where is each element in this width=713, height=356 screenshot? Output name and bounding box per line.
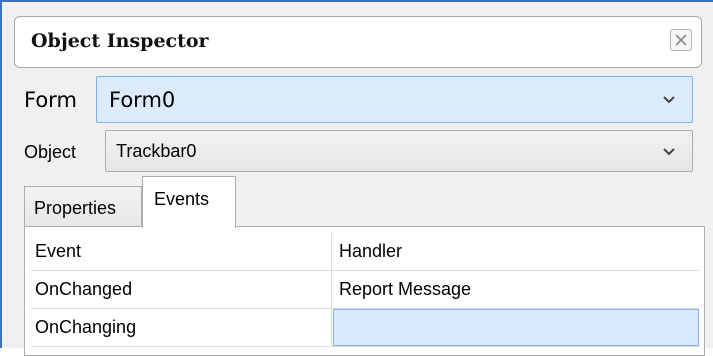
column-header-event: Event: [31, 233, 332, 270]
tab-properties[interactable]: Properties: [24, 186, 142, 226]
events-grid: Event Handler OnChanged Report Message O…: [31, 233, 699, 347]
tab-label: Properties: [34, 198, 117, 218]
event-handler-cell[interactable]: Report Message: [333, 271, 699, 308]
close-button[interactable]: [670, 29, 692, 51]
form-dropdown-value: Form0: [109, 88, 176, 112]
chevron-down-icon: [663, 148, 675, 156]
object-dropdown[interactable]: Trackbar0: [105, 130, 693, 172]
form-label: Form: [24, 88, 77, 112]
window-title: Object Inspector: [31, 30, 209, 52]
table-row[interactable]: OnChanged Report Message: [31, 271, 699, 309]
tab-label: Events: [154, 189, 210, 209]
column-header-handler: Handler: [339, 241, 403, 261]
table-row[interactable]: OnChanging: [31, 309, 699, 347]
events-panel: Event Handler OnChanged Report Message O…: [24, 226, 705, 356]
object-dropdown-value: Trackbar0: [116, 141, 197, 161]
event-name-cell: OnChanging: [31, 309, 332, 346]
chevron-down-icon: [663, 96, 675, 104]
window-frame-top: [0, 0, 713, 2]
object-inspector-window: Object Inspector Form Form0 Object Track…: [0, 0, 713, 356]
event-name-cell: OnChanged: [31, 271, 332, 308]
object-label: Object: [24, 142, 77, 162]
grid-header-row: Event Handler: [31, 233, 699, 271]
close-icon: [675, 34, 687, 46]
window-frame-left: [0, 0, 2, 348]
form-dropdown[interactable]: Form0: [96, 76, 693, 123]
event-handler-input[interactable]: [333, 309, 699, 346]
title-bar: Object Inspector: [14, 16, 702, 68]
tab-events[interactable]: Events: [142, 176, 236, 228]
